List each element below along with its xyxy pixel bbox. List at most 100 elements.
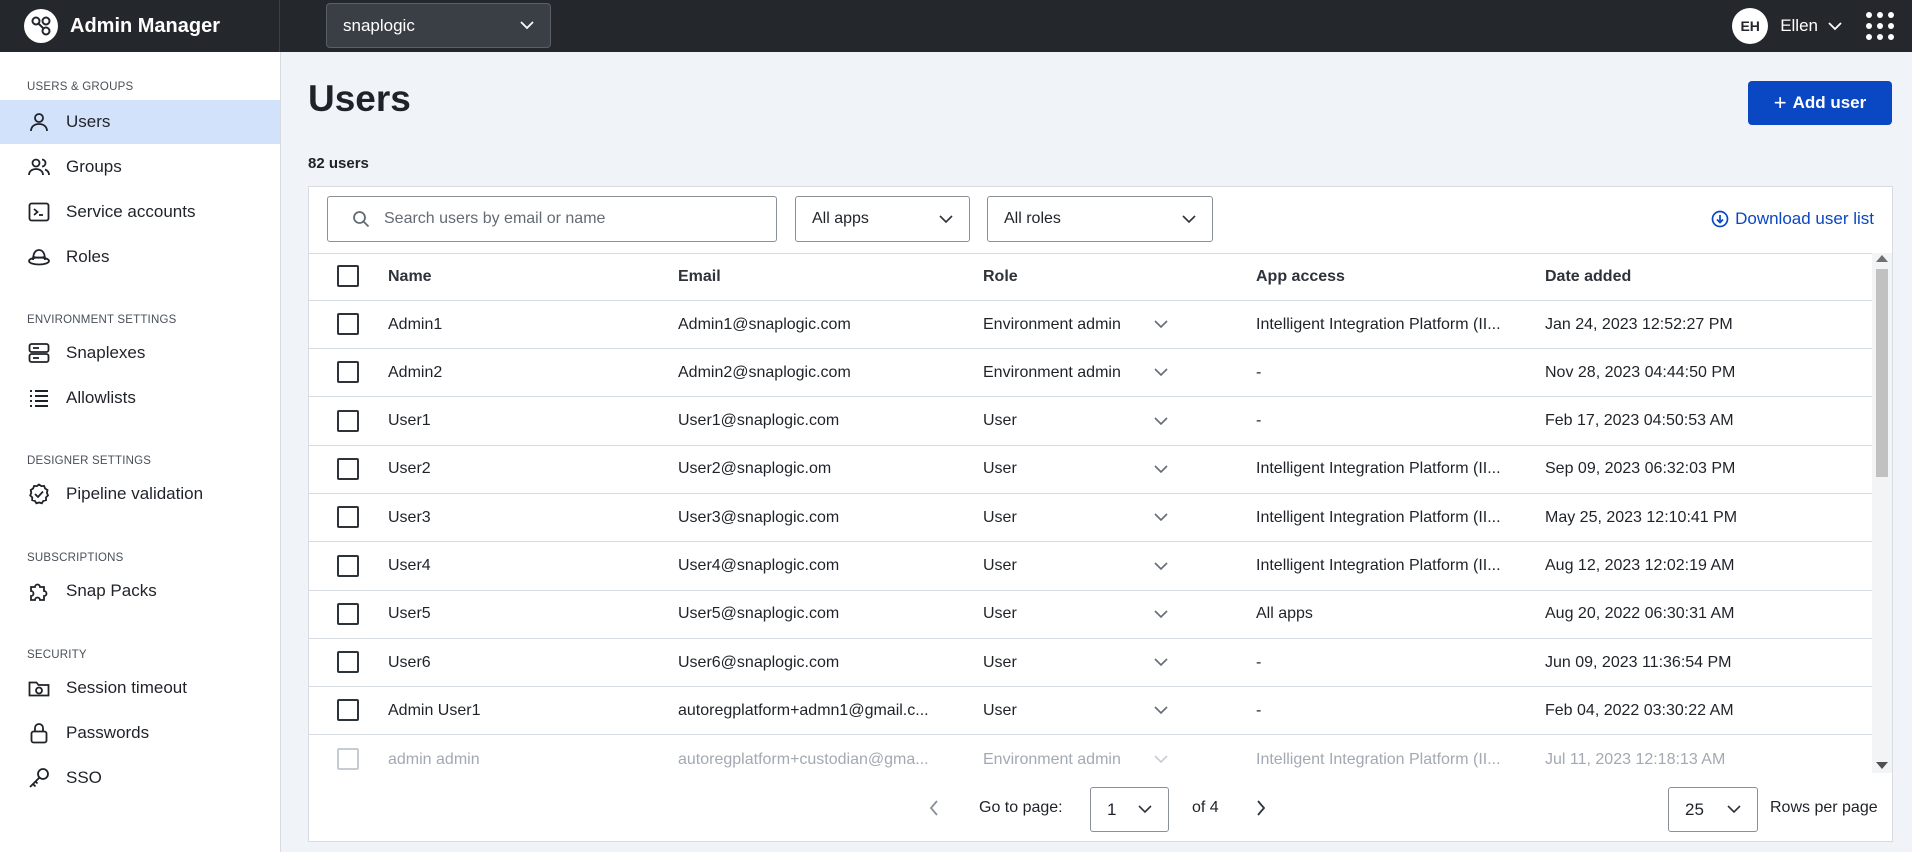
sidebar-item-groups[interactable]: Groups [0,145,280,189]
add-user-button[interactable]: + Add user [1748,81,1892,125]
cell-role[interactable]: Environment admin [983,736,1121,773]
pagination: Go to page: 1 of 4 25 Rows per page [309,775,1892,841]
cell-role[interactable]: Environment admin [983,301,1121,348]
row-checkbox[interactable] [337,361,359,384]
rows-per-page-select[interactable]: 25 [1668,787,1758,832]
sidebar-item-users[interactable]: Users [0,100,280,144]
avatar[interactable]: EH [1732,8,1769,44]
row-checkbox[interactable] [337,699,359,722]
sidebar-item-label: Service accounts [66,202,196,221]
role-dropdown-chevron-icon[interactable] [1154,494,1168,541]
table-row[interactable]: User6 User6@snaplogic.com User - Jun 09, 202… [309,639,1872,688]
select-all-checkbox[interactable] [337,265,359,287]
role-dropdown-chevron-icon[interactable] [1154,639,1168,686]
table-row[interactable]: User5 User5@snaplogic.com User All apps Aug … [309,591,1872,639]
role-dropdown-chevron-icon[interactable] [1154,446,1168,493]
cell-date-added: Jan 24, 2023 12:52:27 PM [1545,315,1733,333]
row-checkbox[interactable] [337,313,359,335]
row-checkbox[interactable] [337,602,359,625]
row-checkbox[interactable] [337,554,359,577]
environment-select[interactable]: snaplogic [326,3,551,48]
cell-role[interactable]: User [983,639,1017,686]
cell-role[interactable]: User [983,446,1017,493]
row-checkbox[interactable] [337,506,359,529]
table-row[interactable]: Admin2 Admin2@snaplogic.com Environment ad… [309,349,1872,398]
role-dropdown-chevron-icon[interactable] [1154,591,1168,638]
role-dropdown-chevron-icon[interactable] [1154,301,1168,348]
role-dropdown-chevron-icon[interactable] [1154,398,1168,445]
next-page-button[interactable] [1256,775,1266,841]
scroll-down-arrow-icon[interactable] [1876,762,1888,769]
column-header-app-access[interactable]: App access [1256,254,1345,300]
app-title: Admin Manager [70,14,221,37]
sidebar-item-allowlists[interactable]: Allowlists [0,376,280,420]
page-number-select[interactable]: 1 [1090,787,1169,832]
cell-name: Admin1 [388,315,443,333]
users-panel: Search users by email or name All apps A… [308,186,1893,842]
sidebar-item-snaplexes[interactable]: Snaplexes [0,331,280,375]
sidebar-item-label: Allowlists [66,388,136,407]
apps-filter-select[interactable]: All apps [795,196,970,242]
chevron-down-icon[interactable] [1828,21,1842,31]
sidebar-item-pipeline-validation[interactable]: Pipeline validation [0,472,280,516]
table-row[interactable]: User3 User3@snaplogic.com User Intelligent … [309,494,1872,543]
role-dropdown-chevron-icon[interactable] [1154,543,1168,590]
scroll-up-arrow-icon[interactable] [1876,255,1888,262]
sidebar-item-label: SSO [66,768,102,787]
table-row[interactable]: User4 User4@snaplogic.com User Intelligent … [309,543,1872,591]
sidebar-item-snap-packs[interactable]: Snap Packs [0,569,280,613]
row-checkbox[interactable] [337,651,359,674]
row-checkbox[interactable] [337,409,359,432]
cell-role[interactable]: Environment admin [983,349,1121,396]
current-page-value: 1 [1107,799,1117,819]
row-checkbox[interactable] [337,747,359,770]
column-header-role[interactable]: Role [983,254,1018,300]
roles-filter-value: All roles [1004,210,1061,227]
cell-app-access: - [1256,653,1262,671]
user-name[interactable]: Ellen [1780,16,1818,36]
table-row[interactable]: Admin User1 autoregplatform+admn1@gmail.c… [309,687,1872,736]
section-subscriptions: SUBSCRIPTIONS [27,552,124,564]
user-menu[interactable]: EH Ellen [1732,0,1912,52]
cell-app-access: Intelligent Integration Platform (II... [1256,557,1501,574]
sidebar-item-label: Users [66,112,111,131]
column-header-name[interactable]: Name [388,254,432,300]
scrollbar-thumb[interactable] [1876,269,1888,477]
brand[interactable]: Admin Manager [0,0,280,52]
role-dropdown-chevron-icon[interactable] [1154,349,1168,396]
table-scrollbar[interactable] [1872,253,1892,773]
table-row[interactable]: User1 User1@snaplogic.com User - Feb 17, 202… [309,398,1872,446]
role-dropdown-chevron-icon[interactable] [1154,736,1168,773]
cell-date-added: Feb 04, 2022 03:30:22 AM [1545,701,1734,719]
row-checkbox[interactable] [337,457,359,480]
sidebar-item-sso[interactable]: SSO [0,756,280,800]
sidebar-item-label: Pipeline validation [66,484,204,503]
sidebar-item-passwords[interactable]: Passwords [0,711,280,755]
download-user-list-link[interactable]: Download user list [1711,209,1874,229]
roles-filter-select[interactable]: All roles [987,196,1213,242]
column-header-email[interactable]: Email [678,254,721,300]
cell-role[interactable]: User [983,398,1017,445]
cell-role[interactable]: User [983,591,1017,638]
app-switcher-icon[interactable] [1866,12,1894,40]
table-row[interactable]: admin admin autoregplatform+custodian@gma… [309,736,1872,773]
previous-page-button[interactable] [929,775,939,841]
cell-app-access: - [1256,412,1262,430]
chevron-left-icon [929,800,938,816]
cell-role[interactable]: User [983,494,1017,541]
cell-name: Admin2 [388,363,443,381]
sidebar-item-session-timeout[interactable]: Session timeout [0,666,280,710]
sidebar-item-service-accounts[interactable]: Service accounts [0,190,280,234]
column-header-date-added[interactable]: Date added [1545,254,1631,300]
table-row[interactable]: User2 User2@snaplogic.om User Intelligent I… [309,446,1872,494]
role-dropdown-chevron-icon[interactable] [1154,687,1168,734]
user-icon [30,113,48,132]
search-input[interactable]: Search users by email or name [327,196,777,242]
cell-email: User5@snaplogic.com [678,605,840,623]
sidebar-item-roles[interactable]: Roles [0,235,280,279]
cell-role[interactable]: User [983,543,1017,590]
table-row[interactable]: Admin1 Admin1@snaplogic.com Environment ad… [309,301,1872,349]
cell-date-added: Feb 17, 2023 04:50:53 AM [1545,412,1734,430]
cell-role[interactable]: User [983,687,1017,734]
lock-icon [30,723,48,744]
